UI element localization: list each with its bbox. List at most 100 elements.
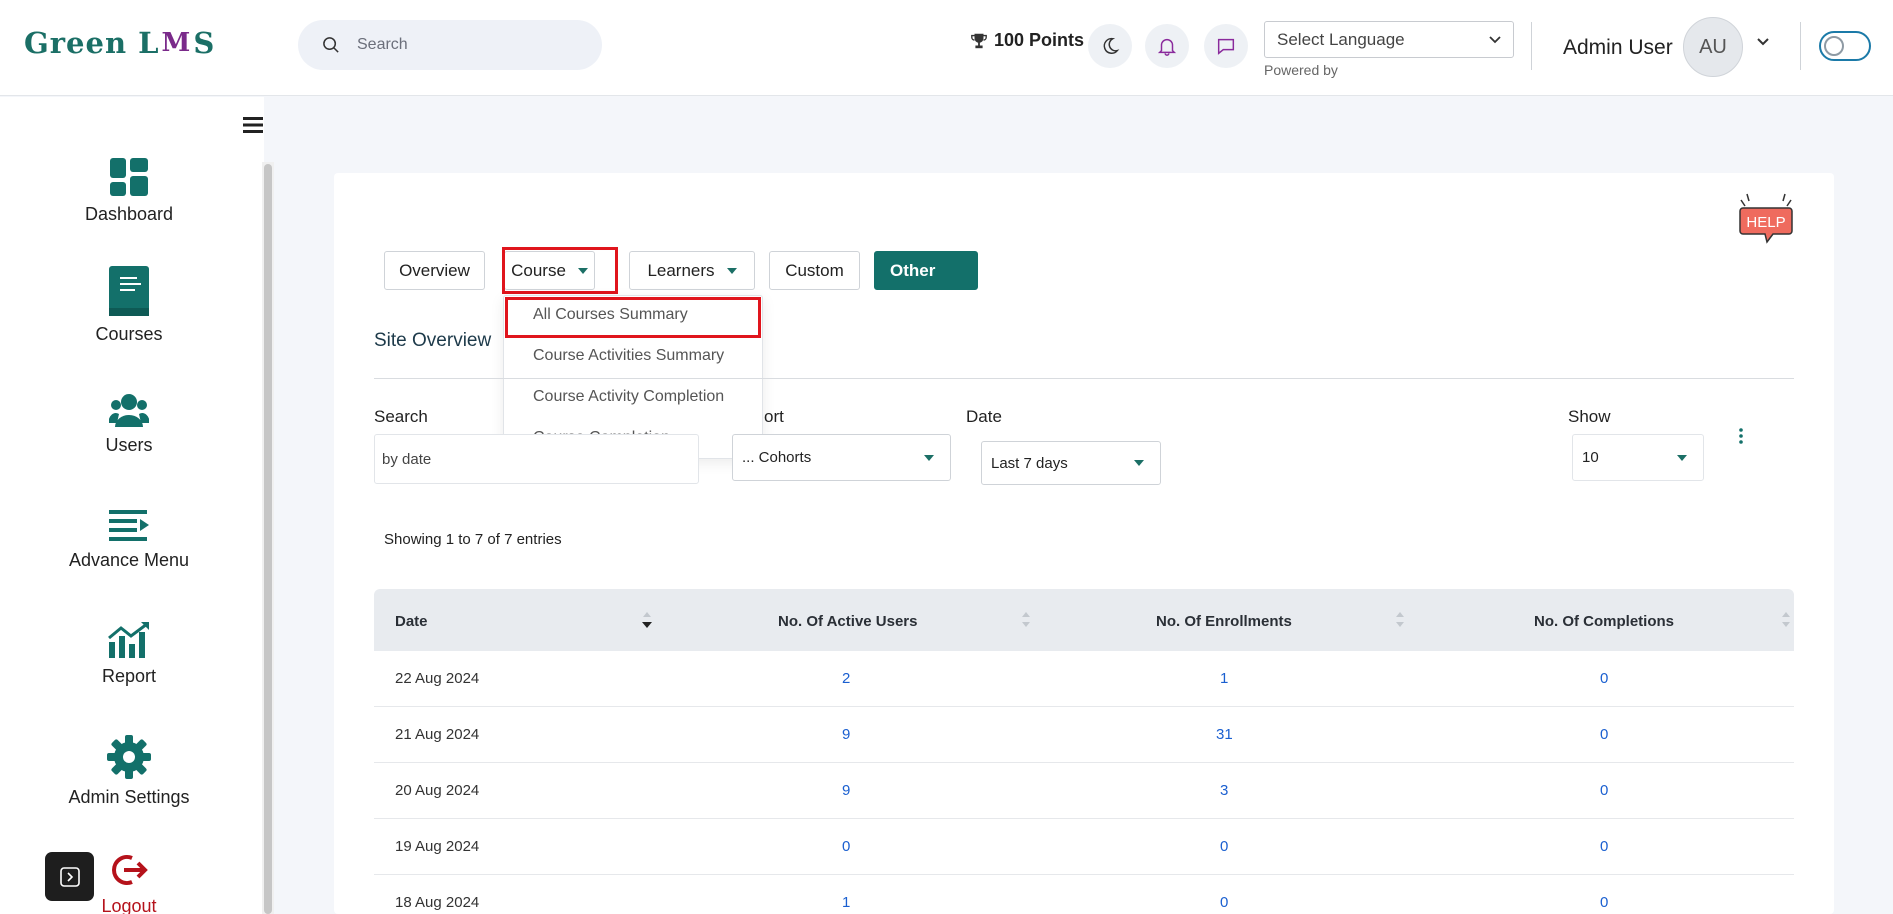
- points-display: 100 Points: [970, 30, 1084, 51]
- sidebar-item-courses[interactable]: Courses: [0, 266, 258, 345]
- cell-active-users[interactable]: 1: [842, 894, 850, 911]
- notifications-button[interactable]: [1145, 24, 1189, 68]
- search-input[interactable]: Search: [298, 20, 602, 70]
- header-divider-2: [1800, 22, 1801, 70]
- help-icon[interactable]: HELP: [1737, 192, 1795, 250]
- table-row: 21 Aug 2024 9 31 0: [374, 707, 1794, 763]
- dashboard-icon: [110, 158, 148, 196]
- chart-icon: [108, 622, 149, 658]
- theme-toggle[interactable]: [1819, 31, 1871, 61]
- menu-list-icon: [109, 510, 149, 541]
- entries-info: Showing 1 to 7 of 7 entries: [384, 531, 562, 548]
- cell-completions[interactable]: 0: [1600, 782, 1608, 799]
- header-divider: [1531, 22, 1532, 70]
- table-row: 22 Aug 2024 2 1 0: [374, 651, 1794, 707]
- cell-date: 18 Aug 2024: [395, 894, 480, 911]
- cell-enrollments[interactable]: 0: [1220, 894, 1228, 911]
- date-select-value: Last 7 days: [991, 454, 1068, 472]
- tab-overview[interactable]: Overview: [384, 251, 485, 290]
- column-header-enrollments[interactable]: No. Of Enrollments: [1156, 613, 1292, 630]
- cell-active-users[interactable]: 0: [842, 838, 850, 855]
- moon-icon: [1103, 37, 1120, 54]
- cohort-select-value: ... Cohorts: [742, 449, 812, 466]
- sidebar-item-logout[interactable]: Logout: [0, 852, 258, 914]
- caret-down-icon: [924, 454, 934, 461]
- show-entries-select[interactable]: 10: [1572, 434, 1704, 481]
- chevron-down-icon: [1489, 35, 1501, 43]
- table-row: 19 Aug 2024 0 0 0: [374, 819, 1794, 875]
- cell-active-users[interactable]: 2: [842, 670, 850, 687]
- search-filter-input[interactable]: by date: [374, 434, 699, 484]
- table-header: Date No. Of Active Users No. Of Enrollme…: [374, 589, 1794, 651]
- tab-other[interactable]: Other: [874, 251, 978, 290]
- cohort-select[interactable]: ... Cohorts: [732, 434, 951, 481]
- cell-active-users[interactable]: 9: [842, 726, 850, 743]
- sidebar-item-advance-menu[interactable]: Advance Menu: [0, 508, 258, 571]
- tab-label: Other: [890, 260, 936, 280]
- language-select-value: Select Language: [1277, 29, 1405, 49]
- hamburger-menu-icon[interactable]: [243, 117, 263, 133]
- date-select[interactable]: Last 7 days: [981, 441, 1161, 485]
- cell-completions[interactable]: 0: [1600, 670, 1608, 687]
- tab-label: Learners: [647, 260, 715, 280]
- users-icon: [109, 394, 149, 427]
- divider: [374, 378, 1794, 379]
- sort-icon[interactable]: [1020, 609, 1032, 631]
- sidebar-item-label: Users: [105, 435, 153, 455]
- avatar[interactable]: AU: [1683, 17, 1743, 77]
- logout-icon: [112, 855, 148, 885]
- top-header: Green LMS Search 100 Points Select Langu…: [0, 0, 1893, 96]
- expand-icon: [59, 866, 80, 887]
- column-header-completions[interactable]: No. Of Completions: [1534, 613, 1674, 630]
- dropdown-item-course-activity-completion[interactable]: Course Activity Completion: [533, 388, 724, 406]
- cell-date: 21 Aug 2024: [395, 726, 480, 743]
- expand-panel-button[interactable]: [45, 852, 94, 901]
- column-header-date[interactable]: Date: [395, 613, 428, 630]
- cell-completions[interactable]: 0: [1600, 838, 1608, 855]
- cell-enrollments[interactable]: 31: [1216, 726, 1233, 743]
- sidebar-item-report[interactable]: Report: [0, 622, 258, 687]
- user-name[interactable]: Admin User: [1563, 36, 1673, 60]
- powered-by-text: Powered by: [1264, 62, 1338, 78]
- section-title: Site Overview: [374, 330, 492, 351]
- cell-date: 20 Aug 2024: [395, 782, 480, 799]
- tab-custom[interactable]: Custom: [769, 251, 860, 290]
- search-icon: [323, 36, 339, 53]
- caret-down-icon: [1134, 460, 1144, 466]
- highlight-box-all-courses-summary: [505, 297, 761, 338]
- dark-mode-button[interactable]: [1088, 24, 1132, 68]
- more-options-icon[interactable]: [1738, 428, 1744, 444]
- sidebar-item-users[interactable]: Users: [0, 393, 258, 456]
- logo-text-cap: M: [161, 28, 192, 58]
- tab-label: Custom: [785, 260, 844, 280]
- sidebar-item-dashboard[interactable]: Dashboard: [0, 158, 258, 225]
- sort-desc-icon[interactable]: [641, 609, 653, 631]
- show-select-value: 10: [1582, 449, 1599, 466]
- caret-down-icon: [1677, 454, 1687, 461]
- messages-button[interactable]: [1204, 24, 1248, 68]
- language-select[interactable]: Select Language: [1264, 21, 1514, 58]
- dropdown-item-course-activities-summary[interactable]: Course Activities Summary: [533, 347, 724, 365]
- bell-icon: [1157, 38, 1177, 56]
- sidebar-scrollbar-thumb[interactable]: [264, 164, 272, 914]
- cell-completions[interactable]: 0: [1600, 894, 1608, 911]
- sidebar-item-admin-settings[interactable]: Admin Settings: [0, 735, 258, 808]
- cell-enrollments[interactable]: 0: [1220, 838, 1228, 855]
- cell-date: 22 Aug 2024: [395, 670, 480, 687]
- search-filter-label: Search: [374, 407, 428, 426]
- cell-enrollments[interactable]: 3: [1220, 782, 1228, 799]
- green-lms-logo[interactable]: Green LMS: [24, 26, 215, 60]
- column-header-active-users[interactable]: No. Of Active Users: [778, 613, 918, 630]
- cell-enrollments[interactable]: 1: [1220, 670, 1228, 687]
- sort-icon[interactable]: [1780, 609, 1792, 631]
- cell-active-users[interactable]: 9: [842, 782, 850, 799]
- cell-completions[interactable]: 0: [1600, 726, 1608, 743]
- tab-learners[interactable]: Learners: [629, 251, 755, 290]
- toggle-knob: [1824, 36, 1844, 56]
- site-overview-table: Date No. Of Active Users No. Of Enrollme…: [374, 589, 1794, 914]
- table-row: 20 Aug 2024 9 3 0: [374, 763, 1794, 819]
- search-placeholder: Search: [357, 36, 408, 53]
- user-menu-chevron-icon[interactable]: [1756, 37, 1770, 47]
- sort-icon[interactable]: [1394, 609, 1406, 631]
- sidebar-item-label: Advance Menu: [68, 550, 190, 570]
